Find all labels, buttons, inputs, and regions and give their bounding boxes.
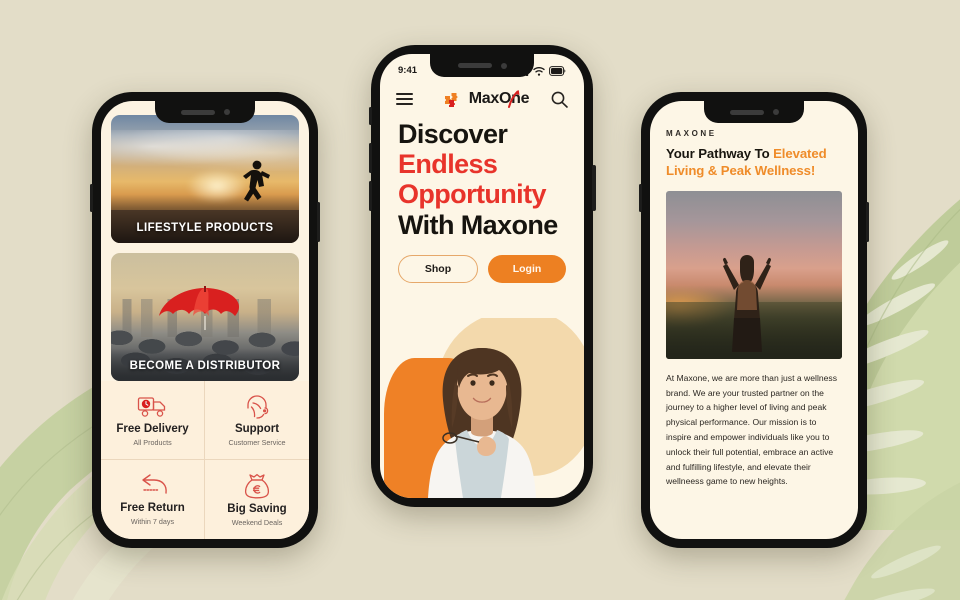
about-content: MAXONE Your Pathway To Elevated Living &… <box>650 101 858 489</box>
phone-center-volume-down-button[interactable] <box>368 181 372 211</box>
brand-eyebrow: MAXONE <box>666 129 717 138</box>
promo-card-lifestyle[interactable]: LIFESTYLE PRODUCTS <box>111 115 299 243</box>
runner-silhouette-icon <box>242 160 270 202</box>
promo-card-caption: BECOME A DISTRIBUTOR <box>129 360 281 372</box>
front-camera-icon <box>500 62 507 69</box>
hero-text-block: Discover Endless Opportunity With Maxone <box>380 113 584 240</box>
earpiece-speaker-icon <box>180 109 215 115</box>
feature-subtitle: Weekend Deals <box>231 517 283 527</box>
hero-headline: Discover Endless Opportunity With Maxone <box>398 119 566 240</box>
about-image <box>666 190 842 359</box>
scene: LIFESTYLE PRODUCTS BECOME A DISTRIBUTOR <box>0 0 960 600</box>
feature-free-delivery[interactable]: Free Delivery All Products <box>101 381 205 460</box>
headline-line-4: With Maxone <box>398 209 558 240</box>
feature-free-return[interactable]: Free Return Within 7 days <box>101 460 205 539</box>
phone-right: MAXONE Your Pathway To Elevated Living &… <box>639 92 869 548</box>
about-heading: Your Pathway To Elevated Living & Peak W… <box>666 145 842 180</box>
login-button[interactable]: Login <box>488 254 566 283</box>
phone-center: 9:41 MaxOne Discover Endless Opportunity… <box>368 45 596 507</box>
feature-subtitle: Customer Service <box>228 437 286 447</box>
woman-portrait-illustration <box>428 348 536 498</box>
maxone-logo[interactable]: MaxOne <box>444 89 530 109</box>
about-paragraph: At Maxone, we are more than just a welln… <box>666 372 838 487</box>
feature-subtitle: All Products <box>133 437 172 447</box>
front-camera-icon <box>772 109 779 115</box>
phone-left: LIFESTYLE PRODUCTS BECOME A DISTRIBUTOR <box>90 92 320 548</box>
hero-image <box>380 318 584 498</box>
delivery-truck-icon <box>137 396 165 417</box>
promo-card-list: LIFESTYLE PRODUCTS BECOME A DISTRIBUTOR <box>101 101 309 381</box>
search-icon[interactable] <box>551 91 568 108</box>
phone-right-power-button[interactable] <box>866 202 869 242</box>
headline-line-2: Endless <box>398 149 498 180</box>
phone-center-screen: 9:41 MaxOne Discover Endless Opportunity… <box>380 54 584 498</box>
feature-title: Free Delivery <box>116 422 189 435</box>
headline-line-1: Discover <box>398 119 508 149</box>
about-heading-highlight-1: Elevated <box>773 146 827 161</box>
phone-right-screen: MAXONE Your Pathway To Elevated Living &… <box>650 101 858 539</box>
phone-left-notch <box>155 101 255 123</box>
red-umbrella-icon <box>159 286 240 331</box>
battery-full-icon <box>549 65 566 76</box>
phone-left-volume-button[interactable] <box>90 184 93 212</box>
feature-grid: Free Delivery All Products Support Custo… <box>101 381 309 539</box>
woman-arms-raised-silhouette <box>722 255 771 353</box>
shop-button[interactable]: Shop <box>398 254 478 283</box>
money-bag-euro-icon <box>244 473 270 498</box>
headline-line-3: Opportunity <box>398 179 546 210</box>
feature-title: Free Return <box>120 502 185 514</box>
phone-left-power-button[interactable] <box>317 202 320 242</box>
phone-center-mute-switch[interactable] <box>368 107 372 125</box>
upward-arrow-icon <box>508 90 520 108</box>
feature-title: Big Saving <box>227 502 287 515</box>
wifi-icon <box>533 66 545 76</box>
front-camera-icon <box>223 109 230 115</box>
hamburger-menu-icon[interactable] <box>396 92 413 106</box>
feature-support[interactable]: Support Customer Service <box>205 381 309 460</box>
promo-card-distributor[interactable]: BECOME A DISTRIBUTOR <box>111 253 299 381</box>
about-heading-plain: Your Pathway To <box>666 146 774 161</box>
promo-card-caption: LIFESTYLE PRODUCTS <box>136 222 274 234</box>
hero-cta-row: Shop Login <box>380 240 584 283</box>
app-nav-bar: MaxOne <box>380 81 584 113</box>
phone-right-volume-button[interactable] <box>639 184 642 212</box>
return-arrow-icon <box>141 474 167 494</box>
phone-right-notch <box>704 101 804 123</box>
feature-subtitle: Within 7 days <box>130 517 175 526</box>
about-heading-highlight-2: Living & Peak Wellness! <box>666 163 816 179</box>
earpiece-speaker-icon <box>729 109 764 115</box>
phone-center-power-button[interactable] <box>592 165 596 211</box>
status-time: 9:41 <box>398 65 418 76</box>
headset-support-icon <box>247 394 269 419</box>
feature-title: Support <box>234 422 280 435</box>
feature-big-saving[interactable]: Big Saving Weekend Deals <box>205 460 309 539</box>
gray-umbrella-crowd <box>111 327 299 381</box>
earpiece-speaker-icon <box>457 63 492 68</box>
phone-center-volume-up-button[interactable] <box>368 143 372 173</box>
maxone-logo-mark-icon <box>444 93 458 107</box>
phone-center-notch <box>430 54 534 77</box>
phone-left-screen: LIFESTYLE PRODUCTS BECOME A DISTRIBUTOR <box>101 101 309 539</box>
